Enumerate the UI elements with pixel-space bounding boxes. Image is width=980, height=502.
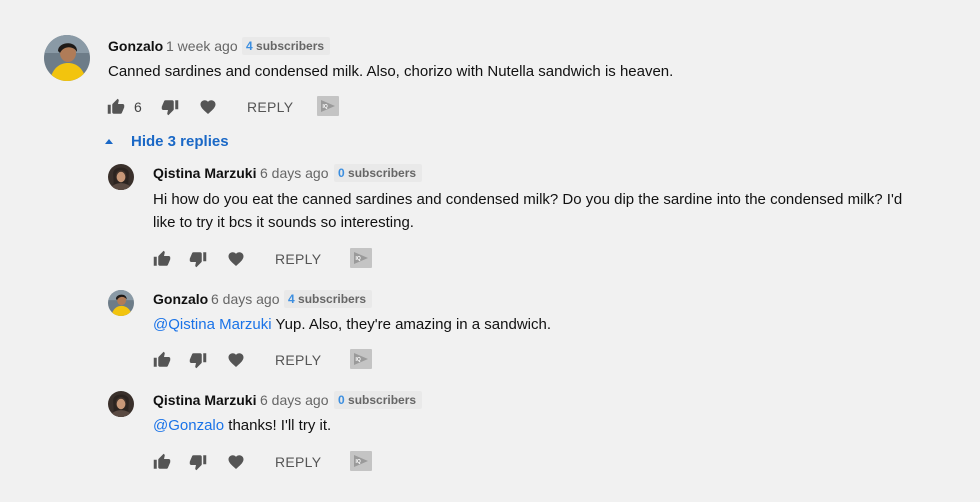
reply-author[interactable]: Qistina Marzuki [153, 165, 256, 181]
reply-timestamp[interactable]: 6 days ago [260, 392, 329, 408]
subscriber-count: 0 [338, 393, 345, 407]
mention-link[interactable]: @Gonzalo [153, 417, 224, 434]
subscriber-label: subscribers [348, 166, 417, 180]
reply-timestamp[interactable]: 6 days ago [211, 291, 280, 307]
subscriber-label: subscribers [256, 39, 325, 53]
reply-author[interactable]: Qistina Marzuki [153, 392, 256, 408]
reply-author[interactable]: Gonzalo [153, 291, 208, 307]
comment-timestamp[interactable]: 1 week ago [166, 38, 238, 54]
subscriber-count: 4 [246, 39, 253, 53]
reply-text: Hi how do you eat the canned sardines an… [153, 188, 953, 234]
reply-text-line: like to try it bcs it sounds so interest… [153, 214, 414, 231]
subscriber-label: subscribers [348, 393, 417, 407]
thumbs-up-icon[interactable] [153, 250, 171, 268]
heart-icon[interactable] [227, 250, 245, 268]
avatar[interactable] [44, 35, 90, 81]
reply-text: @Qistina Marzuki Yup. Also, they're amaz… [153, 313, 551, 336]
thumbs-up-icon[interactable] [153, 351, 171, 369]
reply-button[interactable]: REPLY [275, 352, 321, 368]
thumbs-down-icon[interactable] [161, 98, 179, 116]
reply-button[interactable]: REPLY [247, 99, 293, 115]
extension-icon[interactable] [317, 96, 339, 116]
comment-author[interactable]: Gonzalo [108, 38, 163, 54]
hide-replies-toggle[interactable]: Hide 3 replies [105, 131, 229, 151]
thumbs-up-icon[interactable] [153, 453, 171, 471]
avatar-image [44, 35, 90, 81]
reply-button[interactable]: REPLY [275, 251, 321, 267]
subscriber-count: 0 [338, 166, 345, 180]
mention-link[interactable]: @Qistina Marzuki [153, 316, 272, 333]
hide-replies-label: Hide 3 replies [131, 132, 229, 150]
subscriber-label: subscribers [298, 292, 367, 306]
caret-up-icon [105, 138, 113, 144]
reply-text-body: thanks! I'll try it. [224, 417, 332, 434]
avatar[interactable] [108, 391, 134, 417]
thumbs-down-icon[interactable] [189, 250, 207, 268]
subscriber-badge: 0 subscribers [334, 164, 423, 182]
subscriber-badge: 4 subscribers [242, 37, 331, 55]
heart-icon[interactable] [227, 351, 245, 369]
thumbs-down-icon[interactable] [189, 453, 207, 471]
reply-text: @Gonzalo thanks! I'll try it. [153, 414, 331, 437]
subscriber-count: 4 [288, 292, 295, 306]
heart-icon[interactable] [227, 453, 245, 471]
like-count: 6 [134, 99, 142, 115]
thumbs-down-icon[interactable] [189, 351, 207, 369]
subscriber-badge: 4 subscribers [284, 290, 373, 308]
thumbs-up-icon[interactable] [107, 98, 125, 116]
subscriber-badge: 0 subscribers [334, 391, 423, 409]
avatar[interactable] [108, 290, 134, 316]
extension-icon[interactable] [350, 248, 372, 268]
avatar-image [108, 290, 134, 316]
avatar-image [108, 391, 134, 417]
reply-timestamp[interactable]: 6 days ago [260, 165, 329, 181]
reply-button[interactable]: REPLY [275, 454, 321, 470]
extension-icon[interactable] [350, 349, 372, 369]
comment-text: Canned sardines and condensed milk. Also… [108, 63, 674, 80]
reply-text-body: Yup. Also, they're amazing in a sandwich… [271, 316, 552, 333]
avatar[interactable] [108, 164, 134, 190]
extension-icon[interactable] [350, 451, 372, 471]
avatar-image [108, 164, 134, 190]
heart-icon[interactable] [199, 98, 217, 116]
reply-text-line: Hi how do you eat the canned sardines an… [153, 191, 903, 208]
